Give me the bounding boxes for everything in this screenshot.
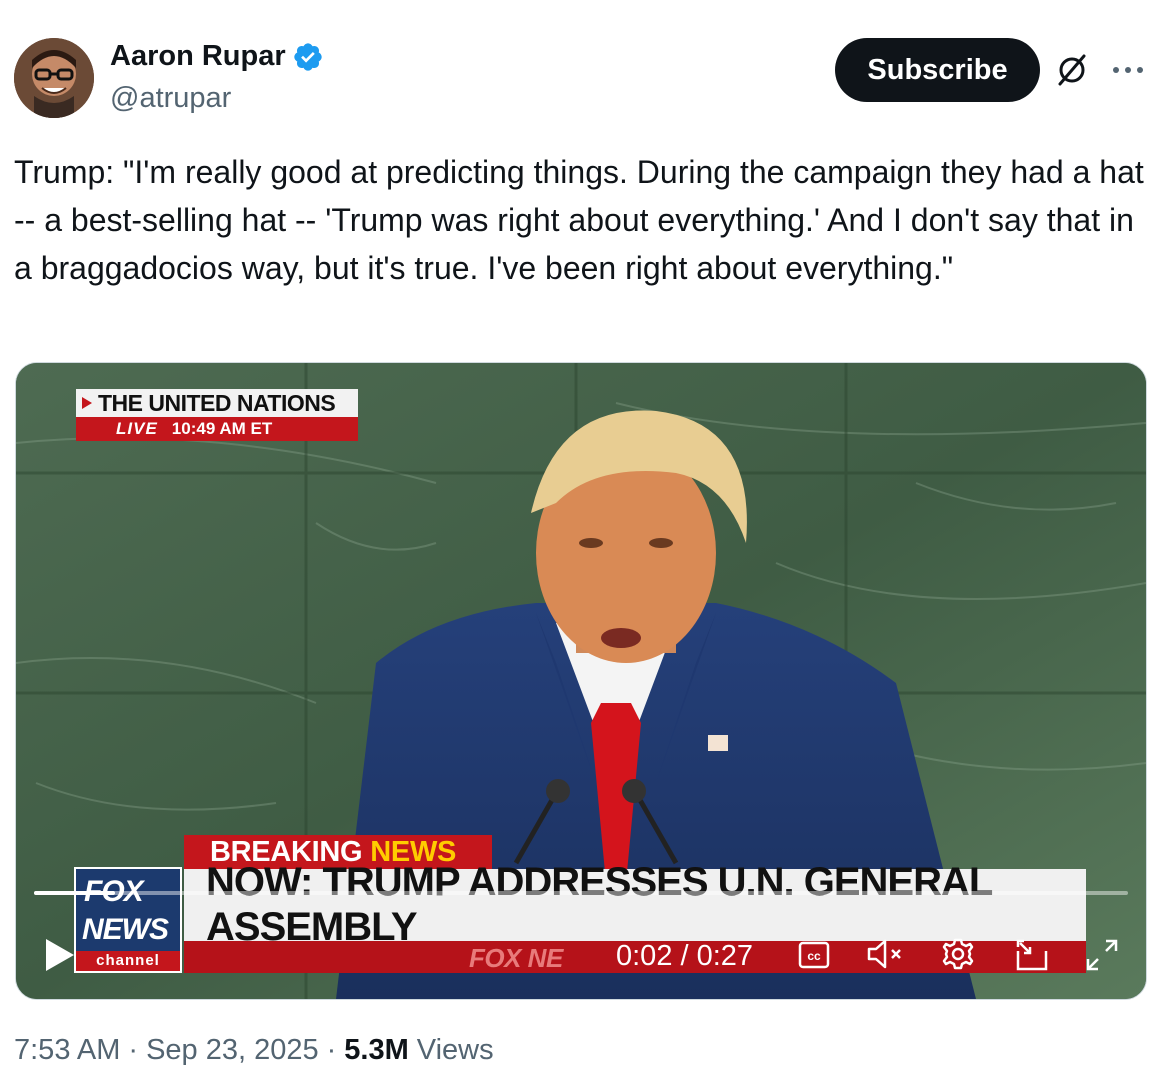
settings-gear-icon[interactable] bbox=[940, 936, 976, 972]
tweet-text: Trump: "I'm really good at predicting th… bbox=[14, 154, 1144, 286]
closed-captions-icon[interactable]: cc bbox=[798, 941, 830, 969]
chyron-time: 10:49 AM ET bbox=[171, 419, 273, 438]
views-count[interactable]: 5.3M bbox=[344, 1034, 408, 1067]
author-handle[interactable]: @atrupar bbox=[110, 82, 231, 115]
location-chyron: THE UNITED NATIONS LIVE 10:49 AM ET bbox=[76, 389, 358, 445]
more-icon[interactable] bbox=[1110, 60, 1146, 80]
chyron-title: THE UNITED NATIONS bbox=[98, 389, 336, 416]
author-avatar[interactable] bbox=[14, 38, 94, 118]
tweet-time[interactable]: 7:53 AM bbox=[14, 1034, 120, 1067]
play-triangle-icon bbox=[82, 397, 92, 409]
subscribe-button[interactable]: Subscribe bbox=[835, 38, 1040, 102]
live-badge: LIVE bbox=[116, 419, 158, 438]
tweet-meta: 7:53 AM · Sep 23, 2025 · 5.3M Views bbox=[14, 1034, 494, 1067]
views-label: Views bbox=[416, 1034, 494, 1066]
author-name[interactable]: Aaron Rupar bbox=[110, 40, 286, 73]
fox-news-logo: FOX NEWS channel bbox=[74, 867, 182, 973]
author-name-row[interactable]: Aaron Rupar bbox=[110, 40, 324, 73]
tweet-date[interactable]: Sep 23, 2025 bbox=[146, 1034, 319, 1067]
picture-in-picture-icon[interactable] bbox=[1014, 937, 1050, 973]
video-time: 0:02 / 0:27 bbox=[616, 940, 754, 972]
meta-separator: · bbox=[128, 1034, 139, 1066]
video-progress-fill bbox=[34, 891, 115, 895]
logo-line3: channel bbox=[76, 951, 180, 971]
mute-icon[interactable] bbox=[866, 937, 906, 971]
video-player[interactable]: THE UNITED NATIONS LIVE 10:49 AM ET BREAK… bbox=[15, 362, 1147, 1000]
grok-icon[interactable] bbox=[1054, 52, 1090, 88]
logo-line2: NEWS bbox=[82, 913, 169, 946]
ticker-brand: FOX NE bbox=[469, 943, 563, 973]
fullscreen-icon[interactable] bbox=[1084, 937, 1120, 973]
svg-text:cc: cc bbox=[807, 949, 821, 963]
meta-separator-2: · bbox=[326, 1034, 337, 1066]
video-progress-bar[interactable] bbox=[34, 891, 1128, 895]
verified-badge-icon bbox=[293, 42, 322, 71]
play-icon[interactable] bbox=[44, 937, 76, 973]
headline-chyron: NOW: TRUMP ADDRESSES U.N. GENERAL ASSEMB… bbox=[184, 860, 1086, 949]
